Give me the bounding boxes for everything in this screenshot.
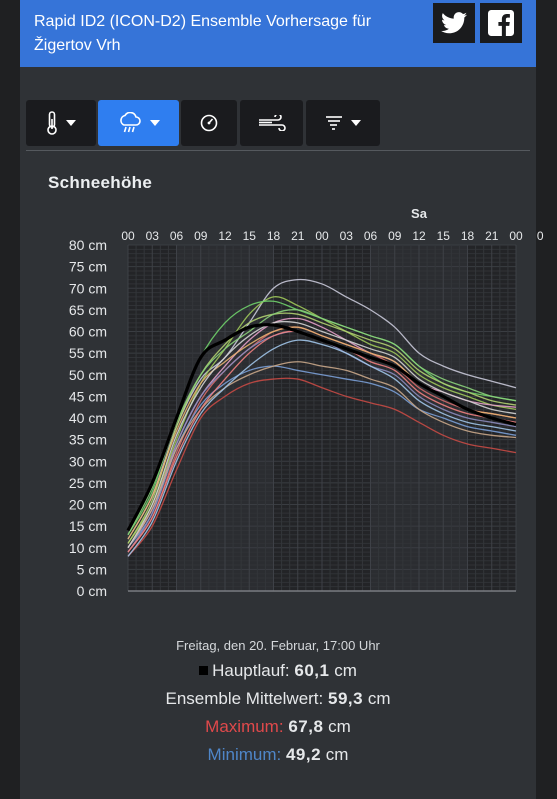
chevron-down-icon (351, 120, 361, 126)
thermometer-icon (47, 111, 57, 135)
x-tick-label: 09 (194, 229, 208, 243)
y-tick-label: 75 cm (69, 259, 107, 275)
snow-depth-chart: 80 cm 75 cm 70 cm 65 cm 60 cm 55 cm 50 cm 45 cm… (69, 206, 544, 599)
y-tick-label: 80 cm (69, 237, 107, 253)
readout-main-run: Hauptlauf: 60,1 cm (20, 661, 536, 681)
readout-minimum: Minimum: 49,2 cm (20, 745, 536, 765)
facebook-share-button[interactable] (480, 3, 522, 43)
mean-label: Ensemble Mittelwert: (165, 689, 324, 708)
y-tick-label: 65 cm (69, 302, 107, 318)
x-tick-label: 06 (364, 229, 378, 243)
wind-button[interactable] (240, 100, 303, 146)
toolbar-divider (26, 150, 530, 151)
facebook-icon (488, 10, 514, 36)
y-tick-label: 40 cm (69, 410, 107, 426)
y-tick-label: 20 cm (69, 497, 107, 513)
mean-value: 59,3 (328, 689, 364, 708)
maximum-label: Maximum: (205, 717, 284, 736)
gauge-icon (200, 114, 218, 132)
x-tick-label: 03 (146, 229, 160, 243)
temperature-dropdown-button[interactable] (26, 100, 96, 146)
x-tick-label: 00 (509, 229, 523, 243)
y-tick-label: 60 cm (69, 324, 107, 340)
y-tick-label: 15 cm (69, 518, 107, 534)
x-day-label: Sa (411, 206, 428, 221)
x-tick-label: 09 (388, 229, 402, 243)
y-tick-label: 5 cm (77, 561, 107, 577)
precipitation-dropdown-button[interactable] (98, 100, 179, 146)
main-run-label: Hauptlauf: (212, 661, 290, 680)
page-header: Rapid ID2 (ICON-D2) Ensemble Vorhersage … (20, 0, 536, 67)
twitter-share-button[interactable] (433, 3, 475, 43)
x-tick-label: 00 (315, 229, 329, 243)
maximum-unit: cm (328, 717, 351, 736)
y-tick-label: 30 cm (69, 453, 107, 469)
minimum-unit: cm (325, 745, 349, 764)
x-tick-label: 15 (243, 229, 257, 243)
minimum-label: Minimum: (207, 745, 282, 764)
storm-dropdown-button[interactable] (306, 100, 380, 146)
parameter-toolbar (26, 100, 530, 146)
cloud-rain-icon (119, 112, 141, 133)
chevron-down-icon (149, 120, 160, 126)
y-tick-label: 10 cm (69, 540, 107, 556)
x-tick-label: 0 (537, 229, 544, 243)
mean-unit: cm (367, 689, 391, 708)
y-tick-label: 70 cm (69, 280, 107, 296)
y-tick-label: 0 cm (77, 583, 107, 599)
y-tick-label: 55 cm (69, 345, 107, 361)
readout-maximum: Maximum: 67,8 cm (20, 717, 536, 737)
readout-mean: Ensemble Mittelwert: 59,3 cm (20, 689, 536, 709)
x-tick-label: 18 (461, 229, 475, 243)
y-tick-label: 25 cm (69, 475, 107, 491)
y-tick-label: 50 cm (69, 367, 107, 383)
x-tick-label: 15 (437, 229, 451, 243)
main-run-swatch (199, 666, 209, 675)
x-tick-label: 00 (121, 229, 135, 243)
x-tick-label: 03 (340, 229, 354, 243)
y-tick-label: 45 cm (69, 388, 107, 404)
tornado-icon (326, 116, 342, 130)
main-run-value: 60,1 (294, 661, 330, 680)
pressure-button[interactable] (181, 100, 237, 146)
main-run-unit: cm (334, 661, 357, 680)
x-tick-label: 12 (412, 229, 426, 243)
twitter-icon (441, 12, 467, 34)
x-tick-label: 21 (485, 229, 499, 243)
y-tick-label: 35 cm (69, 432, 107, 448)
x-tick-label: 06 (170, 229, 184, 243)
page-title: Rapid ID2 (ICON-D2) Ensemble Vorhersage … (34, 13, 372, 54)
maximum-value: 67,8 (288, 717, 324, 736)
x-tick-label: 21 (291, 229, 305, 243)
minimum-value: 49,2 (285, 745, 322, 764)
x-tick-label: 18 (267, 229, 281, 243)
wind-icon (258, 115, 286, 131)
readout-date: Freitag, den 20. Februar, 17:00 Uhr (176, 638, 380, 653)
chevron-down-icon (66, 120, 76, 126)
chart-title: Schneehöhe (48, 173, 153, 192)
x-tick-label: 12 (218, 229, 232, 243)
